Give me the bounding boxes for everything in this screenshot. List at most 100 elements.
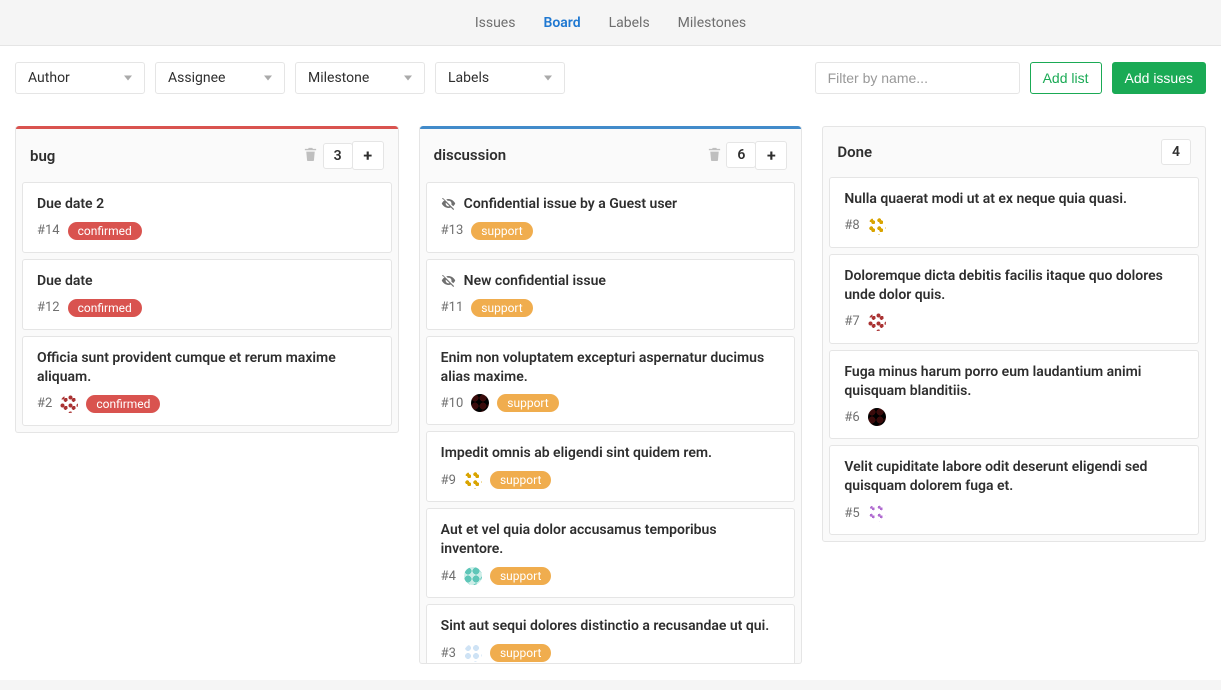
issue-label: confirmed	[68, 299, 142, 317]
card-list: Confidential issue by a Guest user #13 sup…	[420, 182, 802, 663]
issue-card[interactable]: Velit cupiditate labore odit deserunt el…	[829, 445, 1199, 535]
author-select[interactable]: Author	[15, 62, 145, 94]
assignee-avatar	[868, 217, 886, 235]
board: bug3+Due date 2#14confirmedDue date#12co…	[0, 110, 1221, 680]
trash-icon[interactable]	[702, 146, 726, 165]
add-card-button[interactable]: +	[352, 141, 384, 170]
eye-slash-icon	[441, 196, 456, 211]
issue-card[interactable]: Fuga minus harum porro eum laudantium an…	[829, 350, 1199, 440]
issue-label: support	[497, 394, 558, 412]
issue-card[interactable]: Officia sunt provident cumque et rerum m…	[22, 336, 392, 426]
issue-card[interactable]: Sint aut sequi dolores distinctio a recu…	[426, 604, 796, 663]
nav-milestones[interactable]: Milestones	[678, 15, 747, 31]
card-meta: #9support	[441, 471, 781, 489]
issue-card[interactable]: Due date #12 confirmed	[22, 259, 392, 330]
nav-labels[interactable]: Labels	[609, 15, 650, 31]
card-meta: #2confirmed	[37, 395, 377, 413]
column-bug: bug 3+ Due date 2 #14 confirmed Due date #12 co…	[15, 126, 399, 433]
issue-ref: #4	[441, 569, 456, 584]
card-title-text: Due date	[37, 272, 93, 291]
card-title: Due date 2	[37, 195, 377, 214]
card-meta: #5	[844, 504, 1184, 522]
labels-select[interactable]: Labels	[435, 62, 565, 94]
assignee-avatar	[471, 394, 489, 412]
assignee-avatar	[464, 567, 482, 585]
card-meta: #4 support	[441, 567, 781, 585]
column-title: discussion	[434, 146, 703, 164]
card-title-text: Officia sunt provident cumque et rerum m…	[37, 349, 377, 387]
issue-ref: #14	[37, 223, 60, 238]
assignee-select[interactable]: Assignee	[155, 62, 285, 94]
card-title-text: New confidential issue	[464, 272, 606, 291]
issue-ref: #12	[37, 300, 60, 315]
card-title: Sint aut sequi dolores distinctio a recu…	[441, 617, 781, 636]
card-title-text: Aut et vel quia dolor accusamus temporib…	[441, 521, 781, 559]
card-title-text: Nulla quaerat modi ut at ex neque quia q…	[844, 190, 1127, 209]
issue-card[interactable]: Confidential issue by a Guest user #13 sup…	[426, 182, 796, 253]
issue-ref: #5	[844, 506, 859, 521]
issue-card[interactable]: Aut et vel quia dolor accusamus temporib…	[426, 508, 796, 598]
add-issues-button[interactable]: Add issues	[1112, 62, 1206, 94]
issue-label: support	[490, 471, 551, 489]
nav-board[interactable]: Board	[543, 15, 580, 31]
issue-label: support	[471, 299, 532, 317]
issue-ref: #11	[441, 300, 464, 315]
column-title: bug	[30, 147, 299, 165]
add-list-button[interactable]: Add list	[1030, 62, 1102, 94]
card-title: Doloremque dicta debitis facilis itaque …	[844, 267, 1184, 305]
issue-ref: #10	[441, 396, 464, 411]
card-meta: #10 support	[441, 394, 781, 412]
column-header: bug 3+	[16, 129, 398, 182]
card-list: Due date 2 #14 confirmed Due date #12 confirm…	[16, 182, 398, 432]
issue-card[interactable]: Impedit omnis ab eligendi sint quidem re…	[426, 431, 796, 502]
issue-card[interactable]: Due date 2 #14 confirmed	[22, 182, 392, 253]
assignee-avatar	[868, 504, 886, 522]
card-meta: #12 confirmed	[37, 299, 377, 317]
assignee-avatar	[868, 313, 886, 331]
assignee-avatar	[464, 471, 482, 489]
issue-card[interactable]: Nulla quaerat modi ut at ex neque quia q…	[829, 177, 1199, 248]
card-title: Aut et vel quia dolor accusamus temporib…	[441, 521, 781, 559]
card-title: New confidential issue	[441, 272, 781, 291]
top-nav: Issues Board Labels Milestones	[0, 0, 1221, 46]
assignee-avatar	[464, 644, 482, 662]
issue-ref: #2	[37, 396, 52, 411]
nav-issues[interactable]: Issues	[475, 15, 516, 31]
card-meta: #6	[844, 408, 1184, 426]
card-title: Enim non voluptatem excepturi aspernatur…	[441, 349, 781, 387]
card-title-text: Doloremque dicta debitis facilis itaque …	[844, 267, 1184, 305]
trash-icon[interactable]	[299, 146, 323, 165]
toolbar: Author Assignee Milestone Labels Add lis…	[0, 46, 1221, 110]
assignee-avatar	[60, 395, 78, 413]
issue-label: confirmed	[68, 222, 142, 240]
card-title: Nulla quaerat modi ut at ex neque quia q…	[844, 190, 1184, 209]
card-title: Confidential issue by a Guest user	[441, 195, 781, 214]
card-title: Officia sunt provident cumque et rerum m…	[37, 349, 377, 387]
issue-label: support	[490, 644, 551, 662]
filter-input[interactable]	[815, 62, 1020, 94]
card-title-text: Enim non voluptatem excepturi aspernatur…	[441, 349, 781, 387]
eye-slash-icon	[441, 273, 456, 288]
issue-card[interactable]: New confidential issue#11 support	[426, 259, 796, 330]
milestone-select[interactable]: Milestone	[295, 62, 425, 94]
issue-card[interactable]: Doloremque dicta debitis facilis itaque …	[829, 254, 1199, 344]
card-title: Impedit omnis ab eligendi sint quidem re…	[441, 444, 781, 463]
issue-ref: #7	[844, 314, 859, 329]
add-card-button[interactable]: +	[755, 141, 787, 170]
issue-ref: #8	[844, 218, 859, 233]
card-title: Fuga minus harum porro eum laudantium an…	[844, 363, 1184, 401]
issue-label: support	[490, 567, 551, 585]
issue-ref: #13	[441, 223, 464, 238]
issue-card[interactable]: Enim non voluptatem excepturi aspernatur…	[426, 336, 796, 426]
issue-label: support	[471, 222, 532, 240]
column-count: 3	[323, 143, 353, 169]
card-meta: #14 confirmed	[37, 222, 377, 240]
column-title: Done	[837, 143, 1161, 161]
assignee-avatar	[868, 408, 886, 426]
card-title-text: Fuga minus harum porro eum laudantium an…	[844, 363, 1184, 401]
column-count: 4	[1161, 139, 1191, 165]
card-list: Nulla quaerat modi ut at ex neque quia q…	[823, 177, 1205, 541]
card-title-text: Velit cupiditate labore odit deserunt el…	[844, 458, 1184, 496]
card-title: Velit cupiditate labore odit deserunt el…	[844, 458, 1184, 496]
card-title-text: Impedit omnis ab eligendi sint quidem re…	[441, 444, 712, 463]
